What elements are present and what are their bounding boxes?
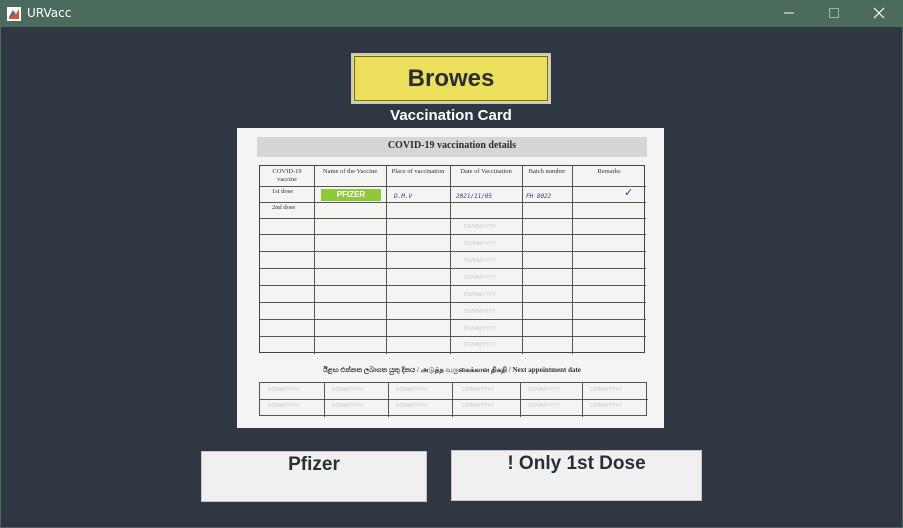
pfizer-label-sticker: PFIZER <box>321 189 381 201</box>
card-image-title: COVID-19 vaccination details <box>387 140 517 151</box>
close-icon <box>873 6 885 22</box>
col-header-remarks: Remarks <box>597 168 621 175</box>
date-placeholder: DD/MM/YYYY <box>396 403 428 409</box>
date-placeholder: DD/MM/YYYY <box>464 342 496 348</box>
date-placeholder: DD/MM/YYYY <box>462 403 494 409</box>
vaccination-table: COVID-19 vaccine Name of the Vaccine Pla… <box>259 165 646 354</box>
matlab-logo-icon <box>7 7 21 21</box>
batch-value: FH 8022 <box>526 193 552 200</box>
row-label-first-dose: 1st dose <box>272 188 294 195</box>
date-placeholder: DD/MM/YYYY <box>268 387 300 393</box>
date-placeholder: DD/MM/YYYY <box>464 309 496 315</box>
date-placeholder: DD/MM/YYYY <box>590 403 622 409</box>
dose-status-result: ! Only 1st Dose <box>451 450 702 501</box>
date-placeholder: DD/MM/YYYY <box>462 387 494 393</box>
date-placeholder: DD/MM/YYYY <box>464 241 496 247</box>
maximize-icon <box>828 6 840 22</box>
col-header-covid-vaccine: COVID-19 vaccine <box>272 168 302 183</box>
vaccine-name-result: Pfizer <box>201 451 427 502</box>
date-value: 2021/11/05 <box>456 193 493 200</box>
row-label-second-dose: 2nd dose <box>272 204 296 211</box>
date-placeholder: DD/MM/YYYY <box>464 258 496 264</box>
date-placeholder: DD/MM/YYYY <box>464 292 496 298</box>
col-header-place: Place of vaccination <box>391 168 445 175</box>
date-placeholder: DD/MM/YYYY <box>396 387 428 393</box>
card-heading: Vaccination Card <box>390 107 512 124</box>
date-placeholder: DD/MM/YYYY <box>464 275 496 281</box>
date-placeholder: DD/MM/YYYY <box>464 224 496 230</box>
place-value: D.M.V <box>394 193 413 200</box>
next-appointment-label: ඊළඟ එන්නත ලබාගත යුතු දිනය / அடுத்த வருகை… <box>323 366 581 374</box>
col-header-date: Date of Vaccination <box>460 168 512 175</box>
window-title: URVacc <box>27 6 72 20</box>
appointment-table: DD/MM/YYYY DD/MM/YYYY DD/MM/YYYY DD/MM/Y… <box>259 382 648 417</box>
date-placeholder: DD/MM/YYYY <box>528 387 560 393</box>
close-button[interactable] <box>856 1 902 27</box>
vaccination-card-image: COVID-19 vaccination details COVID-19 va… <box>237 128 664 428</box>
minimize-button[interactable] <box>766 1 812 27</box>
date-placeholder: DD/MM/YYYY <box>528 403 560 409</box>
date-placeholder: DD/MM/YYYY <box>464 326 496 332</box>
date-placeholder: DD/MM/YYYY <box>332 403 364 409</box>
date-placeholder: DD/MM/YYYY <box>268 403 300 409</box>
minimize-icon <box>783 6 795 22</box>
date-placeholder: DD/MM/YYYY <box>590 387 622 393</box>
title-bar: URVacc <box>1 1 902 27</box>
date-placeholder: DD/MM/YYYY <box>332 387 364 393</box>
maximize-button[interactable] <box>811 1 857 27</box>
col-header-batch: Batch number <box>528 168 566 175</box>
app-window: URVacc Browes Vaccination Card COVID-19 … <box>0 0 903 528</box>
browse-button[interactable]: Browes <box>351 53 551 104</box>
checkmark-icon: ✓ <box>624 187 634 199</box>
col-header-vaccine-name: Name of the Vaccine <box>322 168 378 175</box>
